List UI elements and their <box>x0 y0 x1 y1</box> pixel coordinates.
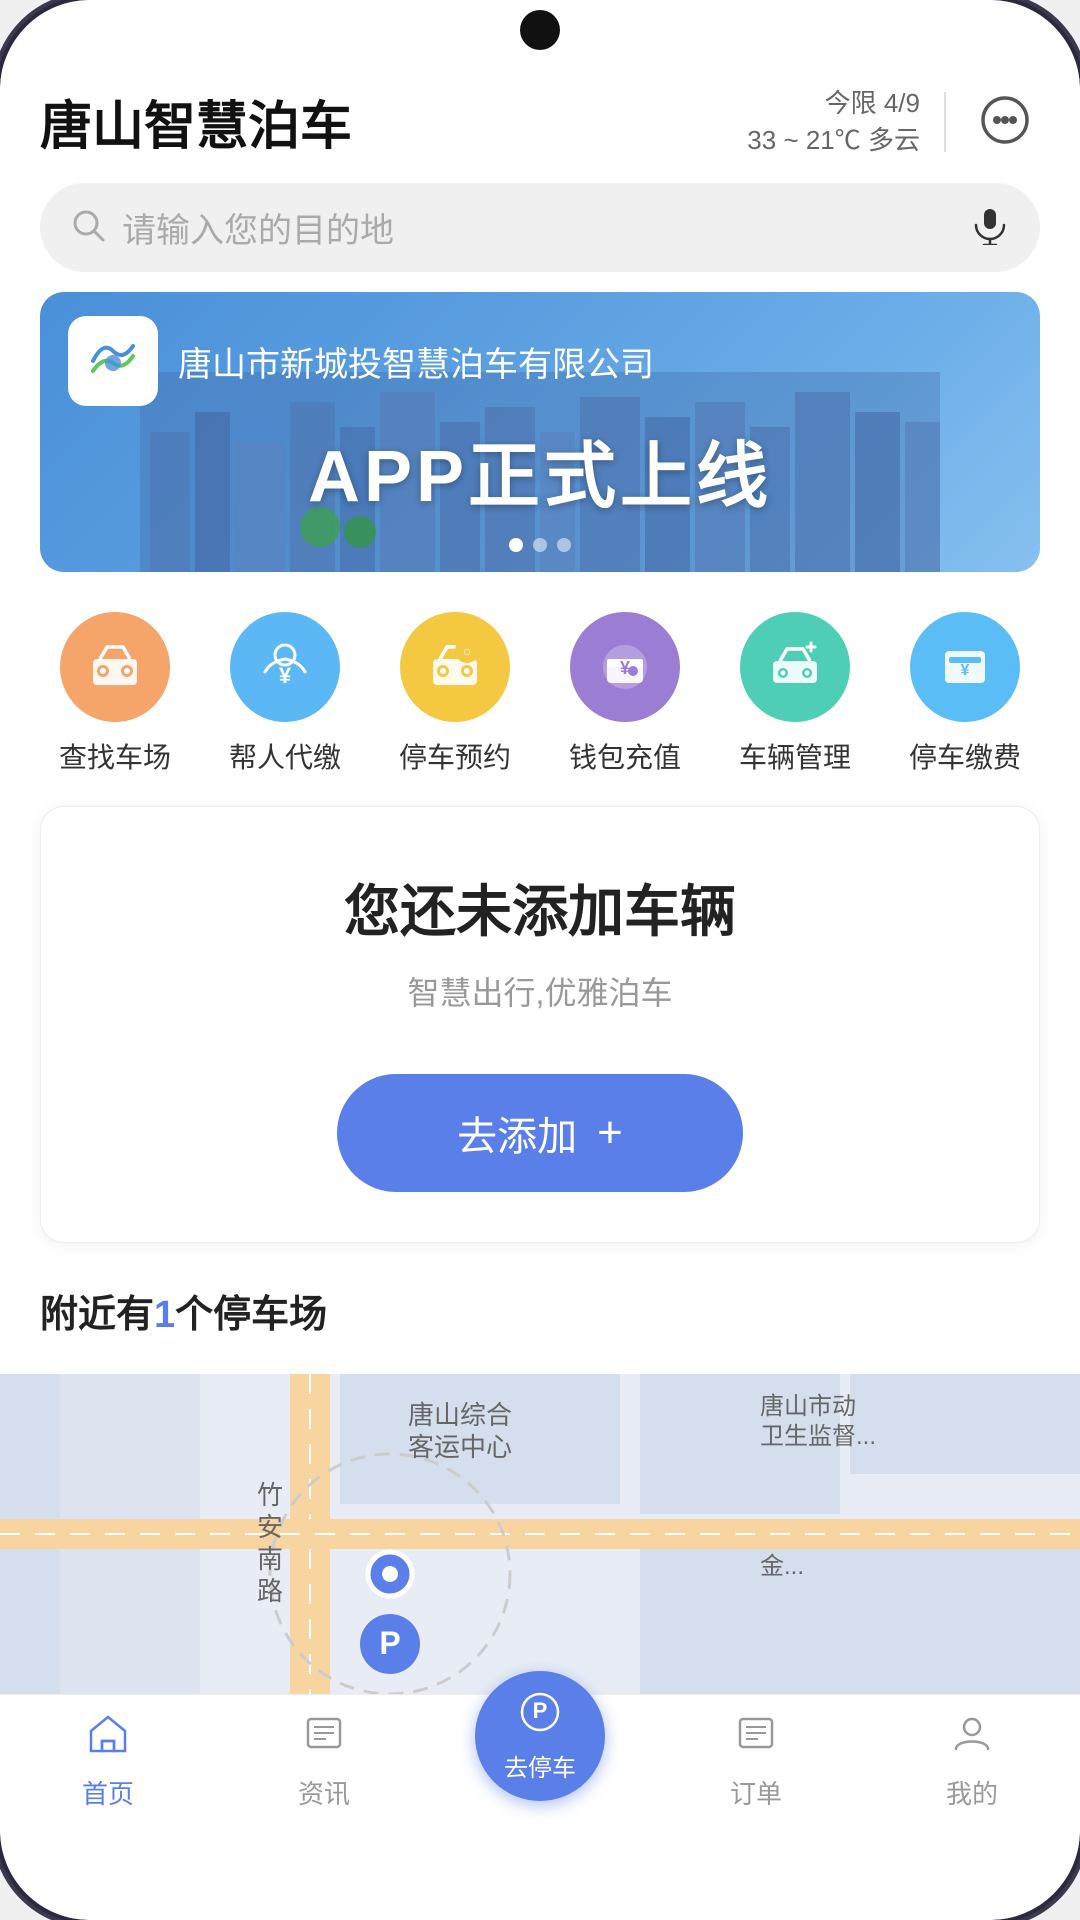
park-icon: P <box>518 1690 562 1744</box>
vehicle-manage-icon <box>740 612 850 722</box>
find-parking-label: 查找车场 <box>59 736 171 776</box>
nearby-section: 附近有1个停车场 <box>0 1273 1080 1374</box>
pay-parking-icon: ¥ <box>910 612 1020 722</box>
orders-icon <box>734 1711 778 1766</box>
banner: 唐山市新城投智慧泊车有限公司 APP正式上线 <box>40 292 1040 572</box>
camera-hole <box>520 10 560 50</box>
quick-actions: 查找车场 ¥ 帮人代缴 <box>0 602 1080 796</box>
svg-text:○: ○ <box>463 643 471 659</box>
nav-center[interactable]: P 去停车 <box>432 1721 648 1801</box>
header-right: 今限 4/9 33 ~ 21℃ 多云 <box>747 85 1040 158</box>
app-content: 唐山智慧泊车 今限 4/9 33 ~ 21℃ 多云 <box>0 60 1080 1920</box>
search-bar[interactable]: 请输入您的目的地 <box>40 183 1040 272</box>
wallet-label: 钱包充值 <box>569 736 681 776</box>
voice-icon[interactable] <box>970 205 1010 250</box>
svg-text:竹: 竹 <box>257 1480 283 1510</box>
home-icon <box>86 1711 130 1766</box>
nav-home-label: 首页 <box>82 1774 134 1811</box>
pay-parking-label: 停车缴费 <box>909 736 1021 776</box>
nearby-title: 附近有1个停车场 <box>40 1283 1040 1338</box>
svg-text:¥: ¥ <box>961 662 970 679</box>
add-vehicle-button[interactable]: 去添加 + <box>337 1074 743 1192</box>
pay-others-icon: ¥ <box>230 612 340 722</box>
map-svg: 唐山综合 客运中心 竹 安 南 路 唐山市动 卫生监督... 金... <box>0 1374 1080 1694</box>
action-pay-for-others[interactable]: ¥ 帮人代缴 <box>229 612 341 776</box>
banner-dot-2[interactable] <box>533 538 547 552</box>
svg-text:P: P <box>379 1625 400 1661</box>
header: 唐山智慧泊车 今限 4/9 33 ~ 21℃ 多云 <box>0 60 1080 175</box>
map-area[interactable]: 唐山综合 客运中心 竹 安 南 路 唐山市动 卫生监督... 金... <box>0 1374 1080 1694</box>
banner-dot-3[interactable] <box>557 538 571 552</box>
wallet-icon: ¥ <box>570 612 680 722</box>
nearby-count: 1 <box>154 1294 175 1336</box>
weather-date: 今限 4/9 <box>747 85 920 121</box>
status-bar <box>0 0 1080 60</box>
reservation-icon: ○ <box>400 612 510 722</box>
banner-logo <box>68 316 158 406</box>
find-parking-icon <box>60 612 170 722</box>
go-park-button[interactable]: P 去停车 <box>475 1671 605 1801</box>
nav-profile-label: 我的 <box>946 1774 998 1811</box>
nav-home[interactable]: 首页 <box>0 1711 216 1811</box>
banner-main-text: APP正式上线 <box>40 417 1040 522</box>
phone-frame: 唐山智慧泊车 今限 4/9 33 ~ 21℃ 多云 <box>0 0 1080 1920</box>
svg-text:客运中心: 客运中心 <box>408 1432 512 1462</box>
app-title: 唐山智慧泊车 <box>40 84 352 159</box>
svg-text:金...: 金... <box>760 1553 804 1580</box>
action-pay-parking[interactable]: ¥ 停车缴费 <box>909 612 1021 776</box>
nav-orders-label: 订单 <box>730 1774 782 1811</box>
svg-text:安: 安 <box>257 1512 283 1542</box>
svg-text:P: P <box>533 1698 548 1723</box>
action-wallet[interactable]: ¥ 钱包充值 <box>569 612 681 776</box>
action-find-parking[interactable]: 查找车场 <box>59 612 171 776</box>
action-vehicle-manage[interactable]: 车辆管理 <box>739 612 851 776</box>
vehicle-empty-title: 您还未添加车辆 <box>344 867 736 948</box>
svg-text:唐山市动: 唐山市动 <box>760 1393 856 1420</box>
nearby-prefix: 附近有 <box>40 1294 154 1336</box>
go-park-label: 去停车 <box>504 1748 576 1783</box>
svg-text:¥: ¥ <box>620 658 630 678</box>
reservation-label: 停车预约 <box>399 736 511 776</box>
svg-text:路: 路 <box>257 1576 283 1606</box>
bottom-nav: 首页 资讯 <box>0 1694 1080 1841</box>
svg-text:南: 南 <box>257 1544 283 1574</box>
chat-icon[interactable] <box>970 87 1040 157</box>
profile-icon <box>950 1711 994 1766</box>
weather-info: 今限 4/9 33 ~ 21℃ 多云 <box>747 85 920 158</box>
pay-others-label: 帮人代缴 <box>229 736 341 776</box>
nav-news-label: 资讯 <box>298 1774 350 1811</box>
search-placeholder-text: 请输入您的目的地 <box>122 203 954 252</box>
svg-text:¥: ¥ <box>279 663 292 688</box>
news-icon <box>302 1711 346 1766</box>
vehicle-empty-subtitle: 智慧出行,优雅泊车 <box>408 968 673 1014</box>
add-vehicle-btn-text: 去添加 <box>457 1104 577 1162</box>
nav-news[interactable]: 资讯 <box>216 1711 432 1811</box>
vehicle-card: 您还未添加车辆 智慧出行,优雅泊车 去添加 + <box>40 806 1040 1243</box>
add-vehicle-btn-plus: + <box>597 1108 623 1158</box>
banner-dots <box>40 538 1040 552</box>
phone-screen: 唐山智慧泊车 今限 4/9 33 ~ 21℃ 多云 <box>0 0 1080 1920</box>
svg-text:卫生监督...: 卫生监督... <box>760 1423 876 1450</box>
header-divider <box>944 92 946 152</box>
nav-orders[interactable]: 订单 <box>648 1711 864 1811</box>
banner-top: 唐山市新城投智慧泊车有限公司 <box>40 292 1040 430</box>
nav-profile[interactable]: 我的 <box>864 1711 1080 1811</box>
search-icon <box>70 207 106 248</box>
action-reservation[interactable]: ○ 停车预约 <box>399 612 511 776</box>
svg-text:唐山综合: 唐山综合 <box>408 1400 512 1430</box>
weather-temp: 33 ~ 21℃ 多云 <box>747 122 920 158</box>
nearby-suffix: 个停车场 <box>175 1294 327 1336</box>
banner-company: 唐山市新城投智慧泊车有限公司 <box>178 337 654 386</box>
vehicle-manage-label: 车辆管理 <box>739 736 851 776</box>
banner-dot-1[interactable] <box>509 538 523 552</box>
